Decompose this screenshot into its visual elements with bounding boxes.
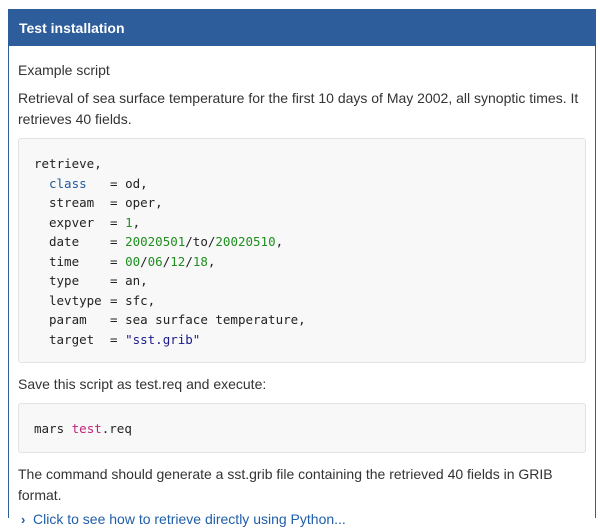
code-value: 20020510 <box>215 234 276 249</box>
code-key: class <box>49 175 87 191</box>
code-line-date: date = 20020501/to/20020510, <box>34 232 585 252</box>
code-value: /to/ <box>185 234 216 249</box>
panel-body: Example script Retrieval of sea surface … <box>9 60 595 530</box>
code-key: type <box>49 273 80 288</box>
example-script-code-block: retrieve, class = od, stream = oper, expve… <box>18 138 586 363</box>
code-line-time: time = 00/06/12/18, <box>34 252 585 272</box>
code-value: an, <box>125 273 148 288</box>
code-suffix: , <box>132 214 141 230</box>
command-code-block: mars test.req <box>18 403 586 453</box>
command-prefix: mars <box>34 421 72 436</box>
section-description: Retrieval of sea surface temperature for… <box>18 90 579 127</box>
code-value: , <box>275 234 284 249</box>
result-description: The command should generate a sst.grib f… <box>18 466 553 503</box>
code-line-expver: expver = 1, <box>34 213 585 233</box>
test-installation-panel: Test installation Example script Retriev… <box>8 9 596 527</box>
code-line-target: target = "sst.grib" <box>34 330 585 350</box>
code-verb: retrieve, <box>34 156 102 171</box>
command-ext: .req <box>101 421 132 436</box>
code-value: sfc, <box>125 292 156 308</box>
code-value: / <box>185 253 193 269</box>
code-key: date <box>49 234 80 249</box>
section-subtitle: Example script <box>18 62 110 78</box>
code-key: time <box>49 253 80 269</box>
code-value: "sst.grib" <box>125 331 201 347</box>
code-value: 12 <box>170 253 186 269</box>
panel-title: Test installation <box>9 10 595 46</box>
command-file: test <box>71 421 102 436</box>
chevron-right-icon: › <box>21 512 26 527</box>
code-line-stream: stream = oper, <box>34 193 585 213</box>
code-value: / <box>140 253 148 269</box>
code-value: 06 <box>147 253 163 269</box>
code-value: 20020501 <box>125 234 186 249</box>
code-key: expver <box>49 214 95 230</box>
code-key: target <box>49 331 95 347</box>
code-value: oper, <box>125 195 163 210</box>
code-value: 18 <box>192 253 208 269</box>
code-line-param: param = sea surface temperature, <box>34 310 585 330</box>
code-value: sea surface temperature, <box>125 312 306 327</box>
code-line-type: type = an, <box>34 271 585 291</box>
python-link-label: Click to see how to retrieve directly us… <box>33 511 346 527</box>
code-key: stream <box>49 195 95 210</box>
code-value: , <box>207 253 216 269</box>
code-line-levtype: levtype = sfc, <box>34 291 585 311</box>
save-instruction: Save this script as test.req and execute… <box>18 376 267 392</box>
code-value: 1 <box>125 214 133 230</box>
python-retrieve-link[interactable]: › Click to see how to retrieve directly u… <box>18 509 586 530</box>
code-key: levtype <box>49 292 102 308</box>
code-key: param <box>49 312 87 327</box>
code-value: 00 <box>125 253 141 269</box>
code-value: od, <box>125 175 148 191</box>
code-line-class: class = od, <box>34 174 585 194</box>
